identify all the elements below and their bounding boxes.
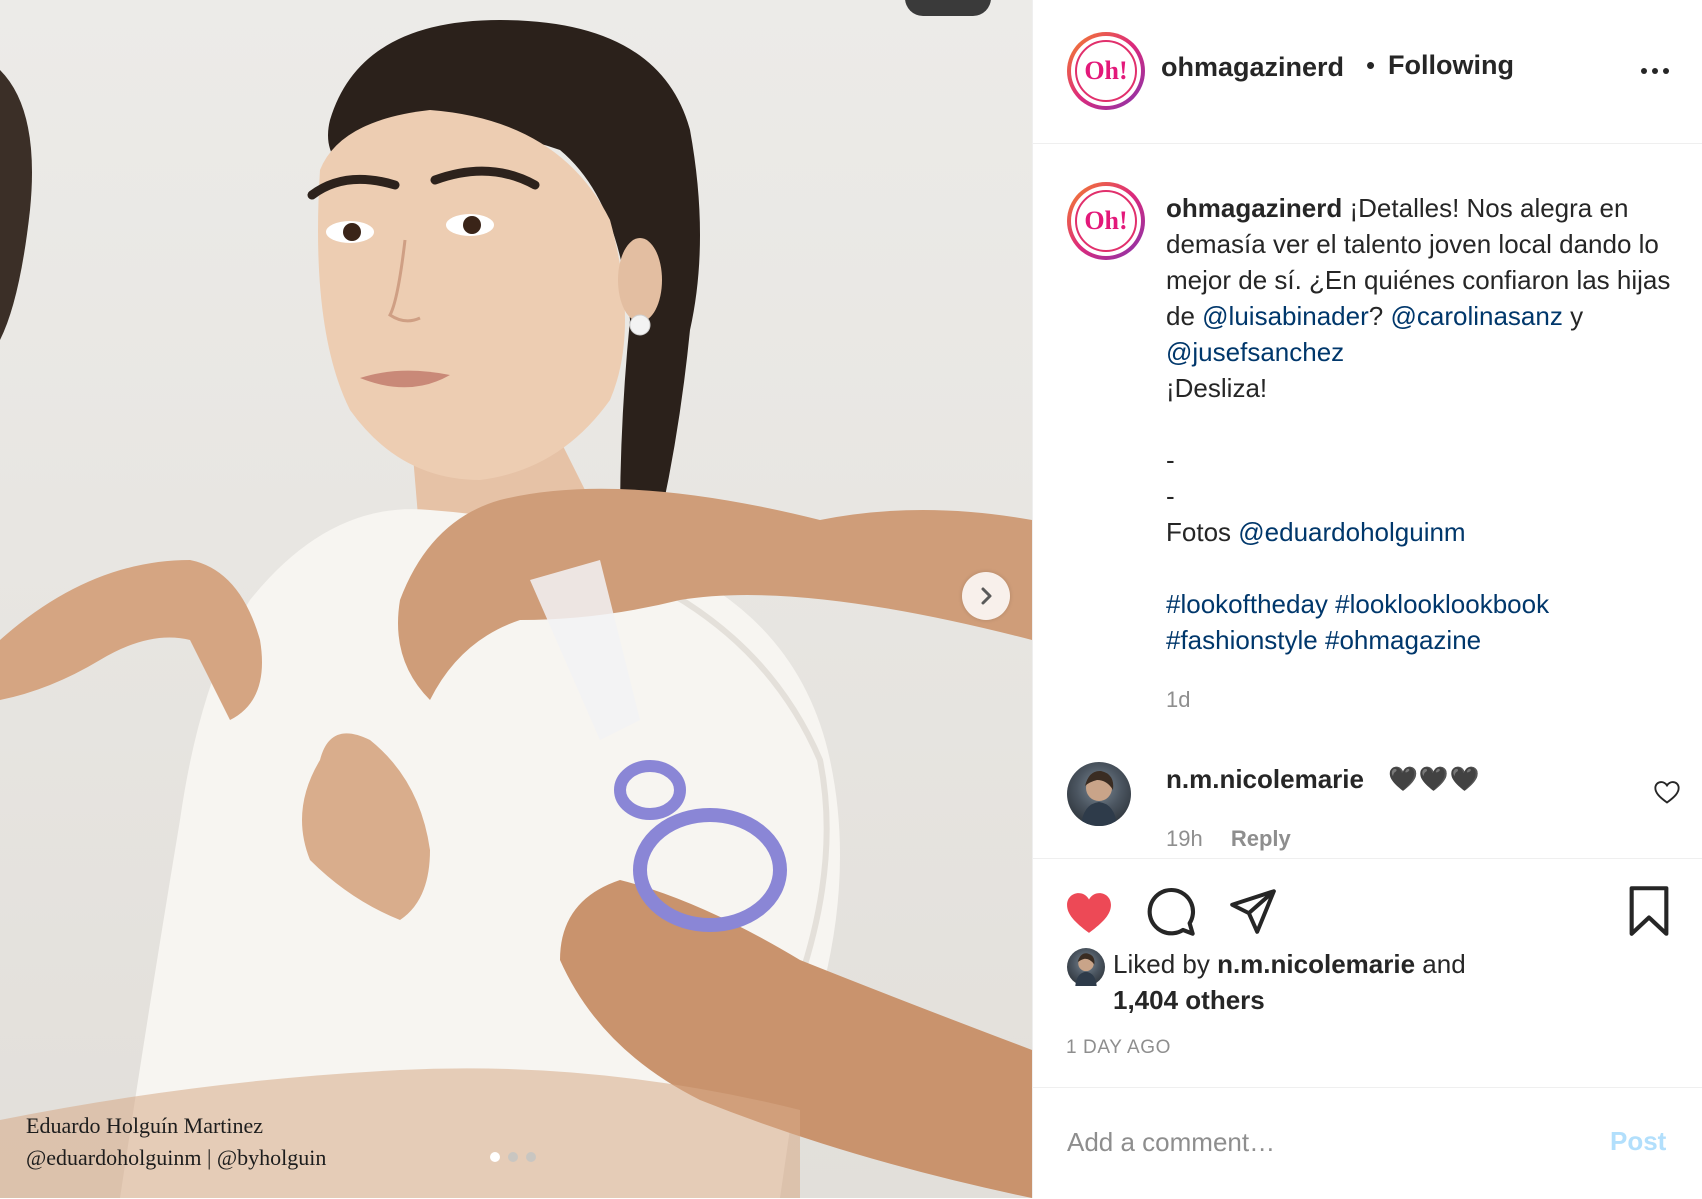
save-button[interactable] [1625, 885, 1673, 942]
chevron-right-icon [981, 587, 992, 605]
caption-punctuation: ? [1368, 301, 1384, 331]
caption-dash: - [1166, 481, 1175, 511]
post-caption: ohmagazinerd ¡Detalles! Nos alegra en de… [1166, 190, 1681, 658]
comment-button[interactable] [1145, 886, 1197, 943]
carousel-dot [526, 1152, 536, 1162]
comment-like-button[interactable] [1653, 779, 1681, 805]
carousel-indicator [490, 1152, 536, 1162]
post-header: Oh! ohmagazinerd • Following [1033, 0, 1702, 144]
oh-magazine-logo: Oh! [1075, 40, 1137, 102]
commenter-username[interactable]: n.m.nicolemarie [1166, 764, 1364, 795]
photo-credit: Eduardo Holguín Martinez @eduardoholguin… [26, 1110, 326, 1174]
following-button[interactable]: Following [1388, 50, 1514, 81]
hashtag-link[interactable]: #looklooklookbook [1335, 589, 1549, 619]
liked-by-user[interactable]: n.m.nicolemarie [1217, 949, 1415, 979]
photo-credit-name: Eduardo Holguín Martinez [26, 1113, 264, 1138]
reply-button[interactable]: Reply [1231, 826, 1291, 851]
header-separator: • [1366, 50, 1376, 80]
caption-time[interactable]: 1d [1166, 687, 1190, 713]
post-side-panel: Oh! ohmagazinerd • Following Oh! ohmagaz… [1032, 0, 1702, 1199]
mention-link[interactable]: @carolinasanz [1390, 301, 1562, 331]
share-button[interactable] [1227, 886, 1279, 941]
oh-magazine-logo: Oh! [1075, 190, 1137, 252]
post-timestamp[interactable]: 1 DAY AGO [1066, 1037, 1171, 1059]
paper-plane-icon [1230, 889, 1276, 934]
caption-dash: - [1166, 445, 1175, 475]
post-photo[interactable]: Eduardo Holguín Martinez @eduardoholguin… [0, 0, 1032, 1198]
comment-icon [1147, 887, 1196, 936]
liked-by-and: and [1422, 949, 1466, 979]
mention-link[interactable]: @luisabinader [1202, 301, 1369, 331]
account-avatar[interactable]: Oh! [1067, 32, 1145, 110]
hashtag-link[interactable]: #ohmagazine [1325, 625, 1481, 655]
carousel-dot [508, 1152, 518, 1162]
comment-meta: 19h Reply [1166, 826, 1291, 852]
caption-conjunction: y [1570, 301, 1584, 331]
hashtag-link[interactable]: #fashionstyle [1166, 625, 1318, 655]
heart-outline-icon [1654, 781, 1680, 804]
more-options-icon[interactable] [1633, 58, 1677, 84]
heart-filled-icon [1067, 893, 1111, 933]
mention-link[interactable]: @jusefsanchez [1166, 337, 1344, 367]
comment-text: 🖤🖤🖤 [1388, 766, 1481, 793]
like-button[interactable] [1063, 889, 1115, 940]
caption-desliza: ¡Desliza! [1166, 373, 1268, 403]
liked-by-avatar[interactable] [1067, 948, 1105, 986]
mention-link[interactable]: @eduardoholguinm [1238, 517, 1465, 547]
account-username[interactable]: ohmagazinerd [1161, 52, 1344, 83]
liked-by-prefix: Liked by [1113, 949, 1210, 979]
comment-box: Post [1033, 1087, 1702, 1199]
hashtag-link[interactable]: #lookoftheday [1166, 589, 1328, 619]
caption-avatar[interactable]: Oh! [1067, 182, 1145, 260]
liked-by-text: Liked by n.m.nicolemarie and 1,404 other… [1113, 946, 1673, 1018]
comment-time: 19h [1166, 826, 1203, 851]
caption-username[interactable]: ohmagazinerd [1166, 193, 1342, 223]
post-comment-button[interactable]: Post [1610, 1126, 1666, 1157]
add-comment-input[interactable] [1065, 1116, 1589, 1168]
next-photo-button[interactable] [962, 572, 1010, 620]
caption-fotos-label: Fotos [1166, 517, 1232, 547]
post-image [0, 20, 1032, 1198]
photo-credit-handles: @eduardoholguinm | @byholguin [26, 1145, 327, 1170]
bookmark-icon [1629, 886, 1669, 936]
commenter-avatar[interactable] [1067, 762, 1131, 826]
liked-by-others[interactable]: 1,404 others [1113, 985, 1265, 1015]
carousel-dot [490, 1152, 500, 1162]
top-overlay-pill [905, 0, 991, 16]
